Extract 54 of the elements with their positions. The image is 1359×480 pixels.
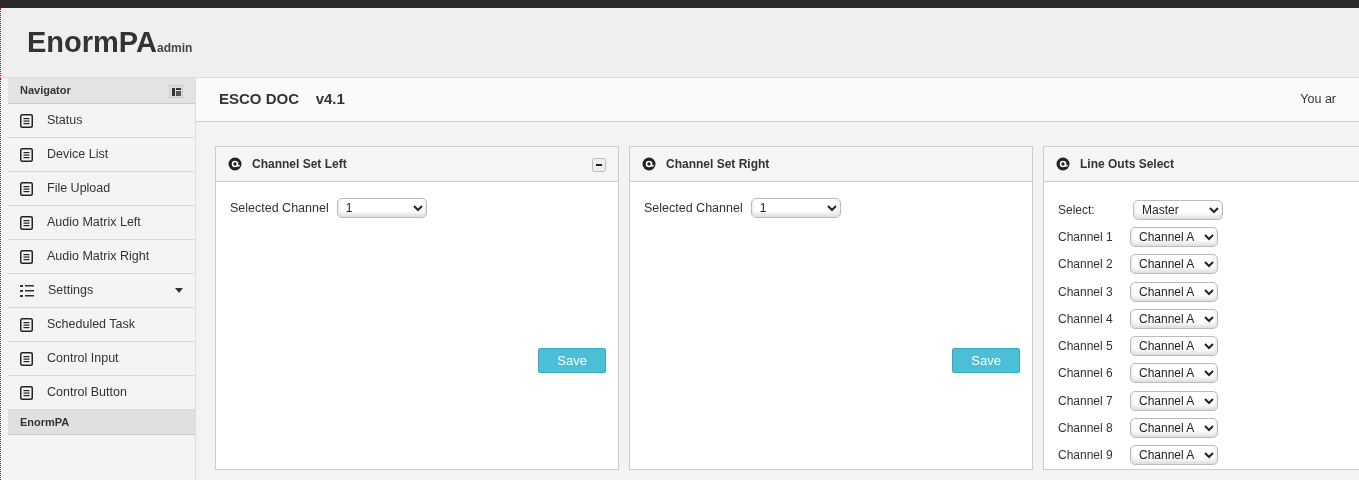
sidebar-toggle-icon <box>169 84 183 98</box>
document-icon <box>20 181 33 196</box>
panel-title: Channel Set Left <box>252 156 347 173</box>
field-label: Selected Channel <box>644 199 743 217</box>
document-icon <box>20 317 33 332</box>
channel-select[interactable]: Channel A <box>1130 281 1218 302</box>
document-icon <box>20 385 33 400</box>
document-icon <box>20 215 33 230</box>
field-label: Select: <box>1058 201 1096 219</box>
channel-select[interactable]: Channel A <box>1130 254 1218 275</box>
channel-select[interactable]: Channel A <box>1130 336 1218 357</box>
sidebar-section-header: EnormPA <box>8 410 195 435</box>
channel-select[interactable]: Channel A <box>1130 418 1218 438</box>
sidebar-item[interactable]: Control Input <box>8 342 195 376</box>
sidebar-item[interactable]: Status <box>8 104 195 138</box>
channel-select[interactable]: Channel A <box>1130 390 1218 411</box>
channel-select[interactable]: 1 <box>336 198 427 218</box>
collapse-icon[interactable] <box>592 157 606 172</box>
document-icon <box>20 113 33 128</box>
field-label: Channel 8 <box>1058 420 1114 437</box>
sidebar-item[interactable]: Settings <box>8 274 195 308</box>
user-text: You ar <box>1300 91 1336 109</box>
field-label: Selected Channel <box>230 199 329 217</box>
channel-select[interactable]: Channel A <box>1130 445 1218 466</box>
channel-select[interactable]: Master <box>1133 199 1223 220</box>
at-icon <box>642 157 656 171</box>
field-label: Channel 9 <box>1058 447 1114 465</box>
sidebar-item[interactable]: File Upload <box>8 172 195 206</box>
document-icon <box>20 147 33 162</box>
channel-select[interactable]: Channel A <box>1130 308 1218 329</box>
sidebar-item[interactable]: Audio Matrix Left <box>8 206 195 240</box>
sidebar-item[interactable]: Audio Matrix Right <box>8 240 195 274</box>
sidebar-title: Navigator <box>20 83 71 99</box>
list-icon <box>20 283 34 298</box>
at-icon <box>1056 157 1070 171</box>
document-icon <box>20 351 33 366</box>
at-icon <box>228 157 242 171</box>
field-label: Channel 3 <box>1058 283 1114 301</box>
channel-select[interactable]: Channel A <box>1130 226 1218 247</box>
panel-title: Line Outs Select <box>1080 156 1175 173</box>
sidebar-item[interactable]: Scheduled Task <box>8 308 195 342</box>
field-label: Channel 1 <box>1058 228 1114 246</box>
field-label: Channel 2 <box>1058 256 1114 274</box>
sidebar-item[interactable]: Device List <box>8 138 195 172</box>
field-label: Channel 7 <box>1058 392 1114 410</box>
field-label: Channel 6 <box>1058 365 1114 383</box>
channel-select[interactable]: 1 <box>750 198 841 218</box>
page-title: ESCO DOC v4.1 <box>219 89 345 110</box>
logo: EnormPAadmin <box>27 24 193 60</box>
panel-title: Channel Set Right <box>666 156 770 173</box>
document-icon <box>20 249 33 264</box>
channel-select[interactable]: Channel A <box>1130 363 1218 384</box>
field-label: Channel 5 <box>1058 338 1114 356</box>
field-label: Channel 4 <box>1058 310 1114 328</box>
